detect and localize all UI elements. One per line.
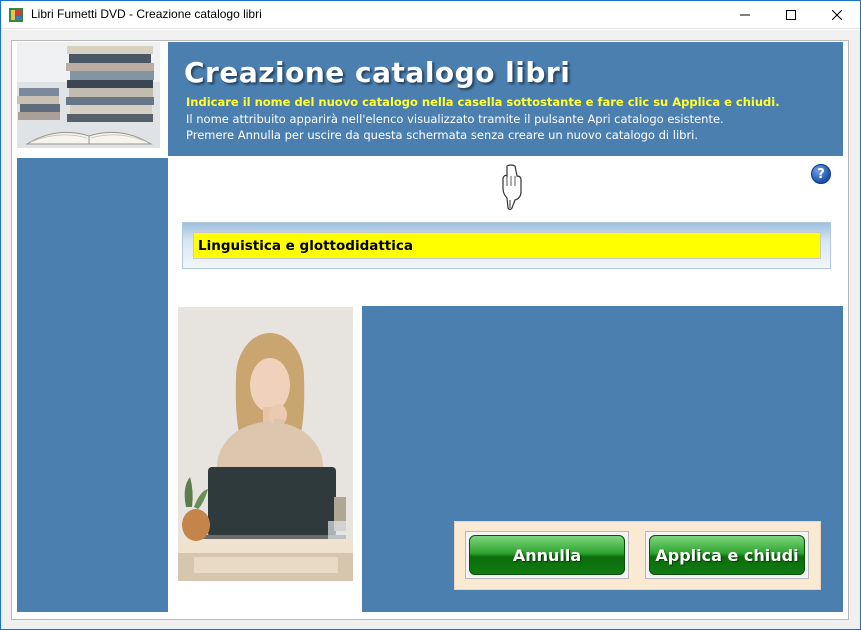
minimize-icon bbox=[740, 14, 750, 16]
books-image bbox=[17, 42, 160, 148]
close-icon bbox=[832, 10, 842, 20]
window-title: Libri Fumetti DVD - Creazione catalogo l… bbox=[31, 7, 262, 21]
title-bar[interactable]: Libri Fumetti DVD - Creazione catalogo l… bbox=[1, 1, 860, 29]
help-button[interactable]: ? bbox=[811, 164, 831, 184]
close-button[interactable] bbox=[814, 1, 860, 29]
cancel-button[interactable]: Annulla bbox=[465, 531, 629, 579]
page-title: Creazione catalogo libri bbox=[184, 56, 571, 89]
apply-and-close-button[interactable]: Applica e chiudi bbox=[645, 531, 809, 579]
maximize-icon bbox=[786, 10, 796, 20]
instruction-line-1: Indicare il nome del nuovo catalogo nell… bbox=[186, 95, 780, 109]
apply-button-label: Applica e chiudi bbox=[649, 535, 805, 575]
maximize-button[interactable] bbox=[768, 1, 814, 29]
instruction-line-3: Premere Annulla per uscire da questa sch… bbox=[186, 128, 699, 142]
left-panel bbox=[17, 158, 168, 612]
header-banner: Creazione catalogo libri Indicare il nom… bbox=[168, 42, 843, 156]
woman-laptop-photo bbox=[178, 307, 353, 581]
app-icon bbox=[9, 8, 23, 22]
help-icon: ? bbox=[817, 166, 825, 182]
minimize-button[interactable] bbox=[722, 1, 768, 29]
catalog-name-input[interactable] bbox=[193, 232, 821, 259]
cancel-button-label: Annulla bbox=[469, 535, 625, 575]
instruction-line-2: Il nome attribuito apparirà nell'elenco … bbox=[186, 112, 724, 126]
pointing-hand-icon bbox=[502, 164, 522, 211]
